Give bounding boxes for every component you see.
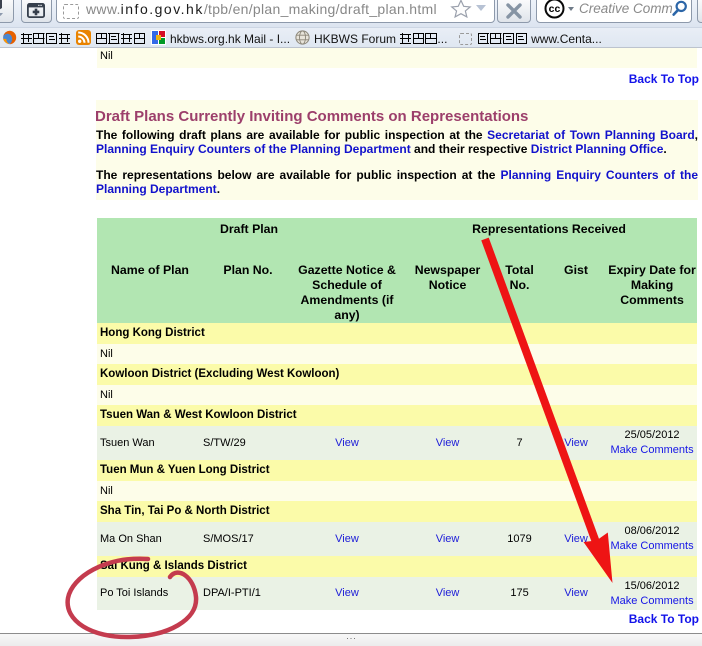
svg-text:cc: cc xyxy=(549,3,561,15)
